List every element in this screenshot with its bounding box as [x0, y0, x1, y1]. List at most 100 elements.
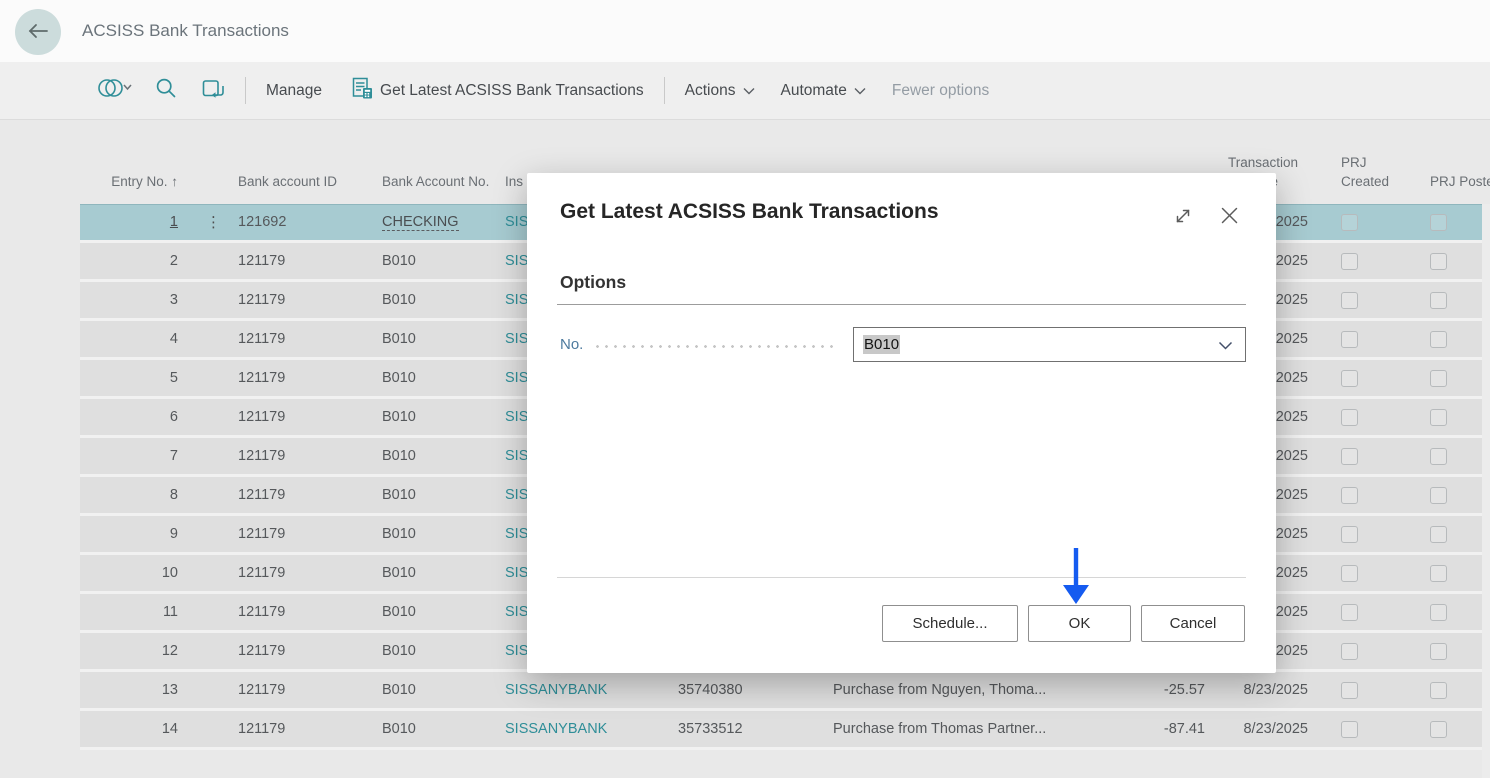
no-field-row: No. B010	[560, 327, 1246, 362]
cell-bank-account-id: 121179	[238, 682, 382, 698]
prj-posted-checkbox[interactable]	[1430, 292, 1447, 309]
get-latest-transactions-button[interactable]: Get Latest ACSISS Bank Transactions	[352, 77, 644, 104]
no-field-label: No.	[560, 336, 583, 353]
cell-bank-account-no: B010	[382, 526, 505, 542]
prj-created-checkbox[interactable]	[1341, 682, 1358, 699]
cell-bank-account-no: B010	[382, 682, 505, 698]
prj-posted-checkbox[interactable]	[1430, 565, 1447, 582]
options-section-title: Options	[560, 272, 626, 292]
actions-menu-button[interactable]: Actions	[685, 82, 755, 100]
cell-bank-account-id: 121179	[238, 292, 382, 308]
chevron-down-icon	[854, 82, 866, 100]
close-dialog-button[interactable]	[1219, 205, 1240, 226]
prj-created-checkbox[interactable]	[1341, 604, 1358, 621]
prj-created-checkbox[interactable]	[1341, 526, 1358, 543]
prj-created-checkbox[interactable]	[1341, 331, 1358, 348]
prj-created-checkbox[interactable]	[1341, 448, 1358, 465]
dialog-title: Get Latest ACSISS Bank Transactions	[560, 200, 1173, 224]
cancel-button[interactable]: Cancel	[1141, 605, 1245, 642]
action-toolbar: Manage Get Latest ACSISS Bank Transactio…	[0, 62, 1490, 120]
vertical-scrollbar[interactable]	[1482, 204, 1490, 778]
combobox-chevron-icon[interactable]	[1218, 341, 1233, 350]
cell-prj-created	[1308, 292, 1393, 309]
cell-bank-account-no: B010	[382, 448, 505, 464]
cell-bank-account-no: B010	[382, 721, 505, 737]
cell-prj-posted	[1393, 682, 1483, 699]
prj-posted-checkbox[interactable]	[1430, 721, 1447, 738]
prj-posted-checkbox[interactable]	[1430, 487, 1447, 504]
prj-posted-checkbox[interactable]	[1430, 409, 1447, 426]
cell-bank-account-no[interactable]: CHECKING	[382, 214, 505, 231]
dialog-footer-divider	[557, 577, 1246, 578]
cell-entry-no[interactable]: 1	[80, 214, 178, 230]
prj-posted-checkbox[interactable]	[1430, 214, 1447, 231]
cell-bank-account-no: B010	[382, 370, 505, 386]
prj-created-checkbox[interactable]	[1341, 409, 1358, 426]
get-latest-label: Get Latest ACSISS Bank Transactions	[380, 82, 644, 100]
back-arrow-icon	[26, 22, 50, 43]
cell-prj-posted	[1393, 604, 1483, 621]
cell-prj-created	[1308, 448, 1393, 465]
prj-created-checkbox[interactable]	[1341, 565, 1358, 582]
manage-button[interactable]: Manage	[266, 82, 322, 100]
cell-bank-account-no: B010	[382, 643, 505, 659]
search-button[interactable]	[156, 78, 176, 103]
row-menu-kebab-icon[interactable]: ⋮	[178, 213, 238, 231]
ok-button[interactable]: OK	[1028, 605, 1131, 642]
schedule-button[interactable]: Schedule...	[882, 605, 1018, 642]
cell-entry-no: 5	[80, 370, 178, 386]
cell-bank-account-no: B010	[382, 331, 505, 347]
cell-bank-account-no: B010	[382, 604, 505, 620]
column-header-prj-posted[interactable]: PRJ Posted	[1393, 172, 1483, 204]
report-document-icon	[352, 77, 373, 104]
get-latest-dialog: Get Latest ACSISS Bank Transactions Opti…	[527, 173, 1276, 673]
cell-entry-no: 14	[80, 721, 178, 737]
cell-institution[interactable]: SISSANYBANK	[505, 682, 678, 698]
cell-description: Purchase from Thomas Partner...	[833, 721, 1120, 737]
prj-created-checkbox[interactable]	[1341, 292, 1358, 309]
prj-posted-checkbox[interactable]	[1430, 253, 1447, 270]
prj-posted-checkbox[interactable]	[1430, 526, 1447, 543]
prj-created-checkbox[interactable]	[1341, 721, 1358, 738]
cell-entry-no: 7	[80, 448, 178, 464]
dialog-header: Get Latest ACSISS Bank Transactions	[527, 173, 1276, 226]
prj-created-checkbox[interactable]	[1341, 643, 1358, 660]
analyze-button[interactable]	[202, 78, 225, 104]
prj-created-checkbox[interactable]	[1341, 214, 1358, 231]
fewer-options-button[interactable]: Fewer options	[892, 82, 989, 100]
cell-prj-created	[1308, 370, 1393, 387]
prj-posted-checkbox[interactable]	[1430, 448, 1447, 465]
column-header-row-menu[interactable]	[178, 192, 238, 204]
prj-created-checkbox[interactable]	[1341, 253, 1358, 270]
column-header-bank-account-no[interactable]: Bank Account No.	[382, 172, 505, 204]
cell-entry-no: 11	[80, 604, 178, 620]
expand-dialog-button[interactable]	[1173, 205, 1193, 226]
automate-menu-button[interactable]: Automate	[781, 82, 866, 100]
manage-label: Manage	[266, 82, 322, 100]
back-button[interactable]	[15, 9, 61, 55]
table-row[interactable]: 13121179B010SISSANYBANK35740380Purchase …	[80, 672, 1483, 711]
options-section-header: Options	[557, 272, 1246, 305]
cell-bank-account-id: 121179	[238, 721, 382, 737]
prj-posted-checkbox[interactable]	[1430, 643, 1447, 660]
column-header-bank-account-id[interactable]: Bank account ID	[238, 172, 382, 204]
table-row[interactable]: 14121179B010SISSANYBANK35733512Purchase …	[80, 711, 1483, 750]
prj-posted-checkbox[interactable]	[1430, 604, 1447, 621]
cell-prj-posted	[1393, 643, 1483, 660]
prj-posted-checkbox[interactable]	[1430, 370, 1447, 387]
prj-created-checkbox[interactable]	[1341, 370, 1358, 387]
prj-posted-checkbox[interactable]	[1430, 331, 1447, 348]
cell-bank-account-id: 121179	[238, 409, 382, 425]
cell-prj-created	[1308, 682, 1393, 699]
cell-bank-account-no: B010	[382, 253, 505, 269]
cell-entry-no: 10	[80, 565, 178, 581]
column-header-entry-no[interactable]: Entry No. ↑	[80, 172, 178, 204]
column-header-prj-created[interactable]: PRJ Created	[1308, 153, 1393, 204]
cell-institution[interactable]: SISSANYBANK	[505, 721, 678, 737]
switch-views-button[interactable]	[97, 77, 134, 104]
prj-posted-checkbox[interactable]	[1430, 682, 1447, 699]
cell-prj-created	[1308, 331, 1393, 348]
prj-created-checkbox[interactable]	[1341, 487, 1358, 504]
actions-label: Actions	[685, 82, 736, 100]
no-field-combobox[interactable]: B010	[853, 327, 1246, 362]
